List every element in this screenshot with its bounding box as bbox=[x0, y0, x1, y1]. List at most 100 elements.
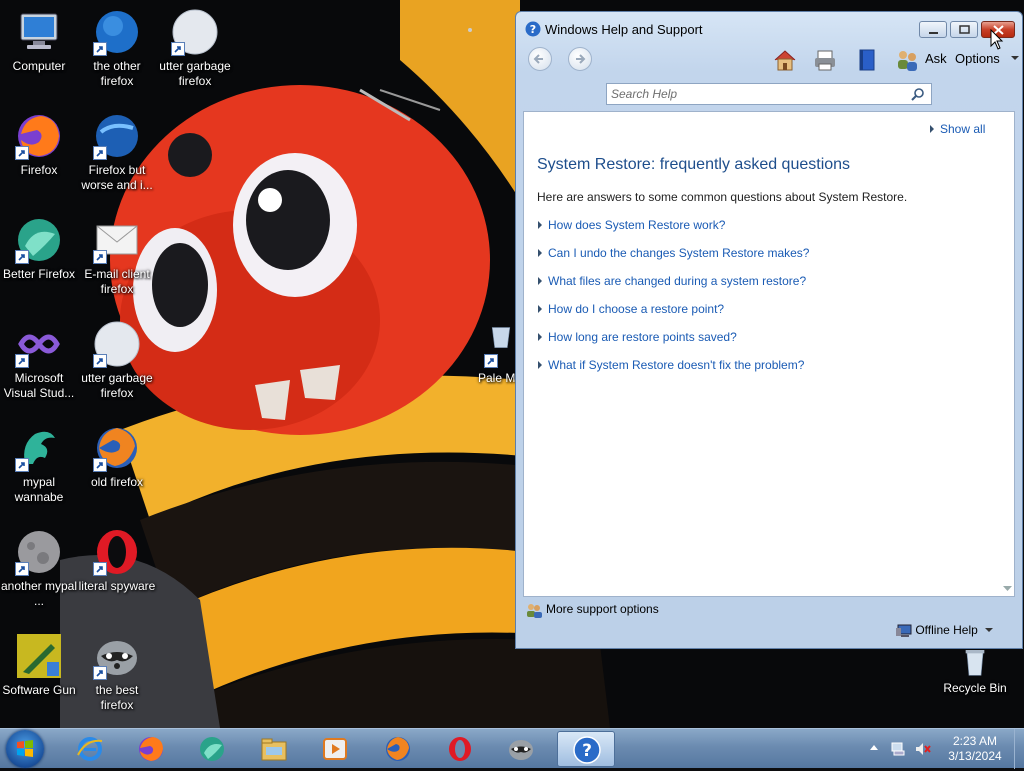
desktop-icon-mypal-wannabe[interactable]: mypal wannabe bbox=[0, 424, 78, 505]
desktop-icon-the-other-firefox[interactable]: the other firefox bbox=[78, 8, 156, 89]
desktop-icon-label: Firefox but worse and i... bbox=[81, 163, 153, 192]
desktop-icon-utter-garbage-firefox[interactable]: utter garbage firefox bbox=[156, 8, 234, 89]
taskbar-opera[interactable] bbox=[434, 731, 486, 767]
faq-link[interactable]: How long are restore points saved? bbox=[538, 330, 737, 344]
shortcut-arrow-icon bbox=[93, 354, 107, 368]
recycle-bin-icon bbox=[491, 327, 511, 348]
faq-link[interactable]: How do I choose a restore point? bbox=[538, 302, 724, 316]
ask-button[interactable]: Ask bbox=[925, 51, 947, 66]
desktop-icon-label: utter garbage firefox bbox=[159, 59, 231, 88]
taskbar-internet-explorer[interactable] bbox=[64, 731, 116, 767]
desktop-icon-label: another mypal ... bbox=[0, 579, 78, 608]
desktop-icon-firefox[interactable]: Firefox bbox=[0, 112, 78, 178]
more-support-options-link[interactable]: More support options bbox=[546, 602, 659, 616]
taskbar-firefox-old[interactable] bbox=[372, 731, 424, 767]
recycle-bin-icon bbox=[965, 650, 985, 676]
triangle-right-icon bbox=[538, 360, 542, 369]
desktop-icon-better-firefox[interactable]: Better Firefox bbox=[0, 216, 78, 282]
desktop-icon-label: mypal wannabe bbox=[14, 475, 64, 504]
minimize-button[interactable] bbox=[919, 21, 947, 38]
faq-link-label: What files are changed during a system r… bbox=[548, 274, 807, 288]
options-button[interactable]: Options bbox=[955, 51, 1000, 66]
volume-muted-icon[interactable] bbox=[914, 741, 932, 757]
print-icon[interactable] bbox=[812, 47, 838, 73]
show-desktop-button[interactable] bbox=[1014, 729, 1024, 769]
show-hidden-icons-icon[interactable] bbox=[870, 745, 878, 751]
shortcut-arrow-icon bbox=[93, 666, 107, 680]
faq-link-label: How long are restore points saved? bbox=[548, 330, 737, 344]
shortcut-arrow-icon bbox=[93, 250, 107, 264]
search-icon[interactable] bbox=[911, 87, 925, 101]
taskbar-teal-browser[interactable] bbox=[186, 731, 238, 767]
desktop-icon-another-mypal[interactable]: another mypal ... bbox=[0, 528, 78, 609]
start-button[interactable] bbox=[6, 730, 44, 768]
window-title-bar[interactable]: ? Windows Help and Support bbox=[516, 12, 1022, 42]
desktop-icon-label: literal spyware bbox=[78, 579, 156, 593]
desktop-icon-visual-studio[interactable]: Microsoft Visual Stud... bbox=[0, 320, 78, 401]
desktop-icon-utter-garbage-firefox-2[interactable]: utter garbage firefox bbox=[78, 320, 156, 401]
shortcut-arrow-icon bbox=[15, 146, 29, 160]
search-box bbox=[606, 83, 932, 105]
file-explorer-icon bbox=[261, 738, 287, 761]
desktop-icon-recycle-bin[interactable]: Recycle Bin bbox=[936, 646, 1014, 696]
desktop-icon-computer[interactable]: Computer bbox=[0, 8, 78, 74]
triangle-right-icon bbox=[538, 332, 542, 341]
shortcut-arrow-icon bbox=[15, 562, 29, 576]
show-all-link[interactable]: Show all bbox=[930, 122, 985, 136]
taskbar: ? 2:23 AM 3/13/2024 bbox=[0, 728, 1024, 769]
desktop-icon-the-best-firefox[interactable]: the best firefox bbox=[78, 632, 156, 713]
desktop-icon-label: Firefox bbox=[20, 163, 58, 177]
home-icon[interactable] bbox=[772, 47, 798, 73]
media-player-icon bbox=[323, 738, 347, 760]
browse-help-icon[interactable] bbox=[854, 47, 880, 73]
ask-icon[interactable] bbox=[894, 47, 920, 73]
shortcut-arrow-icon bbox=[93, 562, 107, 576]
scroll-down-arrow-icon[interactable] bbox=[1003, 586, 1012, 592]
help-icon: ? bbox=[573, 736, 601, 764]
chevron-down-icon bbox=[985, 628, 994, 633]
desktop-icon-old-firefox[interactable]: old firefox bbox=[78, 424, 156, 490]
firefox-icon bbox=[139, 737, 163, 761]
back-button[interactable] bbox=[528, 47, 552, 71]
forward-button[interactable] bbox=[568, 47, 592, 71]
windows-logo-icon bbox=[17, 740, 33, 757]
triangle-right-icon bbox=[538, 304, 542, 313]
desktop-icon-pale-moon[interactable]: Pale Moon-... bbox=[470, 320, 516, 386]
shortcut-arrow-icon bbox=[15, 458, 29, 472]
monitor-icon bbox=[896, 624, 912, 637]
page-title: System Restore: frequently asked questio… bbox=[537, 156, 851, 173]
desktop-icon-email-client-firefox[interactable]: E-mail client firefox bbox=[78, 216, 156, 297]
triangle-right-icon bbox=[538, 276, 542, 285]
search-input[interactable] bbox=[611, 86, 901, 102]
faq-link[interactable]: What files are changed during a system r… bbox=[538, 274, 806, 288]
taskbar-raccoon-browser[interactable] bbox=[495, 731, 547, 767]
desktop-icon-literal-spyware[interactable]: literal spyware bbox=[78, 528, 156, 594]
clock-time: 2:23 AM bbox=[952, 734, 998, 748]
faq-link[interactable]: How does System Restore work? bbox=[538, 218, 725, 232]
desktop-icon-label: the best firefox bbox=[95, 683, 139, 712]
offline-help-button[interactable]: Offline Help bbox=[896, 623, 994, 638]
desktop-icon-firefox-but-worse[interactable]: Firefox but worse and i... bbox=[78, 112, 156, 193]
faq-link[interactable]: Can I undo the changes System Restore ma… bbox=[538, 246, 809, 260]
taskbar-firefox[interactable] bbox=[125, 731, 177, 767]
faq-link[interactable]: What if System Restore doesn't fix the p… bbox=[538, 358, 804, 372]
people-icon bbox=[527, 604, 542, 618]
triangle-right-icon bbox=[538, 248, 542, 257]
maximize-icon bbox=[959, 25, 970, 34]
system-clock[interactable]: 2:23 AM 3/13/2024 bbox=[940, 734, 1010, 764]
chevron-down-icon bbox=[1011, 56, 1019, 60]
desktop-icon-label: Software Gun bbox=[2, 683, 76, 697]
faq-link-label: How does System Restore work? bbox=[548, 218, 726, 232]
desktop-icon-label: Better Firefox bbox=[2, 267, 76, 281]
offline-help-label: Offline Help bbox=[915, 623, 978, 637]
content-scrollbar[interactable] bbox=[1000, 112, 1014, 596]
taskbar-file-explorer[interactable] bbox=[248, 731, 300, 767]
shortcut-arrow-icon bbox=[15, 250, 29, 264]
desktop-icon-software-gun[interactable]: Software Gun bbox=[0, 632, 78, 698]
mouse-cursor-icon bbox=[990, 29, 1004, 50]
taskbar-media-player[interactable] bbox=[309, 731, 361, 767]
taskbar-help-and-support[interactable]: ? bbox=[557, 731, 615, 767]
clock-date: 3/13/2024 bbox=[948, 749, 1002, 763]
network-icon[interactable] bbox=[890, 741, 906, 757]
maximize-button[interactable] bbox=[950, 21, 978, 38]
